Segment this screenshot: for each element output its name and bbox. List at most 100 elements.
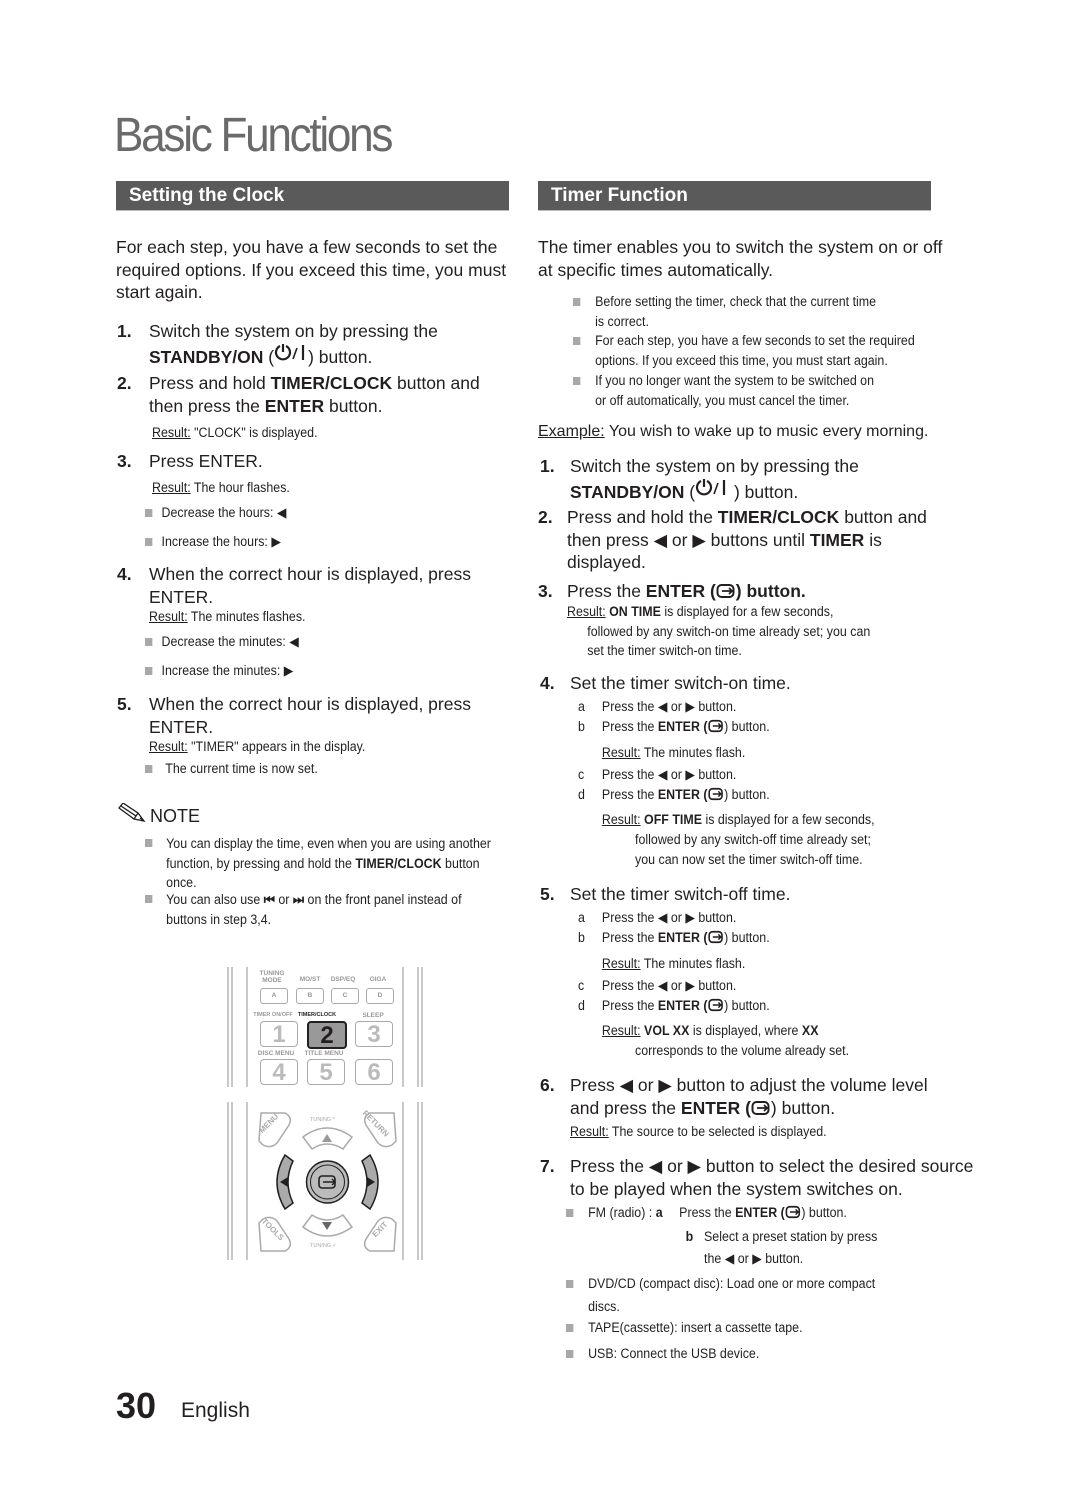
substep-letter: d [578,998,585,1013]
bullet-text: Increase the hours: ▶ [161,534,281,549]
text: ) button. [724,787,770,802]
substep-letter: c [578,767,585,782]
key-label: DSP/EQ [330,976,356,983]
result-text: The minutes flash. [640,956,746,971]
substep-letter: c [578,978,585,993]
bullet-square-icon [145,538,153,547]
step-number: 3. [117,451,132,471]
step-number: 4. [540,673,555,693]
key-label: TUNING MODE [259,970,285,984]
text: ) button. [724,719,770,734]
substep-text: the ◀ or ▶ button. [704,1251,804,1266]
text: ) button. [724,930,770,945]
key-label: MO/ST [299,976,321,983]
text: and press the [570,1097,681,1118]
bullet-square-icon [573,298,581,306]
bullet-square-icon [573,337,581,345]
bullet-square-icon [145,667,153,676]
vol-value-label: XX [801,1023,819,1038]
note-text: You can also use ⏮ or ⏭ on the front pan… [166,890,461,910]
bullet-text: DVD/CD (compact disc): Load one or more … [588,1276,876,1291]
bullet-item: Decrease the minutes: ◀ [145,632,299,652]
example-label: Example: [538,423,605,440]
text: is [864,529,882,550]
result-label: Result: [601,745,641,760]
step-text: Switch the system on by pressing the [570,456,859,476]
note-text: buttons in step 3,4. [166,911,272,927]
step-text: Set the timer switch-off time. [570,884,791,904]
paren: ( [263,346,275,367]
text: button and [839,507,927,527]
text: Press and hold [149,373,271,393]
page-number: 30 [116,1385,157,1426]
result-text: "CLOCK" is displayed. [190,425,318,440]
remote-key-a: A [260,988,288,1004]
timer-step-6-result: Result: The source to be selected is dis… [570,1122,827,1142]
enter-icon [708,719,725,734]
step-text: Set the timer switch-on time. [570,673,791,693]
step-text: Press ENTER. [149,451,263,471]
substep-letter: b [578,719,585,734]
result-text: The minutes flash. [640,745,746,760]
tuning-down-label: TUNING ˅ [310,1243,336,1249]
result-label: Result: [601,956,641,971]
bullet-text: For each step, you have a few seconds to… [595,333,915,348]
remote-key-4: 4 [260,1059,298,1085]
enter-label: ENTER [264,395,325,416]
note-text: You can display the time, even when you … [166,836,491,851]
power-icon [695,478,729,502]
clock-step-3-result: Result: The hour flashes. [152,478,290,498]
step-text-line2: STANDBY/ON () button. [149,343,438,369]
text: button [441,855,480,871]
substep-text: Press the ◀ or ▶ button. [601,978,737,993]
result-text: The hour flashes. [190,480,290,495]
step-number: 2. [538,507,553,527]
enter-label: ENTER ( [657,719,708,734]
bullet-item: Increase the hours: ▶ [145,532,281,552]
result-text: is displayed for a few seconds, [660,604,834,619]
step-text: When the correct hour is displayed, pres… [149,694,471,714]
bullet-text: or off automatically, you must cancel th… [595,392,850,408]
bullet-square-icon [566,1209,574,1217]
remote-key-6: 6 [355,1059,393,1085]
text: Press the [601,719,658,734]
result-text: set the timer switch-on time. [587,643,742,658]
page-language: English [181,1399,250,1422]
enter-icon [716,581,736,601]
text: Press the [679,1205,736,1220]
step-number: 1. [540,456,555,476]
timer-label: TIMER [809,529,865,550]
text: on the front panel instead of [304,892,462,907]
bullet-square-icon [566,1280,574,1288]
text: Press and hold the [567,507,718,527]
step-number: 6. [540,1075,555,1095]
step-text: Press and hold TIMER/CLOCK button and [149,372,480,395]
step-number: 2. [117,373,132,393]
skip-forward-icon: ⏭ [292,892,305,907]
remote-key-d: D [366,988,394,1004]
bullet-square-icon [145,839,153,847]
result-label: Result: [567,604,606,619]
bullet-square-icon [573,377,581,385]
bullet-text: USB: Connect the USB device. [588,1346,760,1361]
key-label: GIGA [369,976,387,983]
key-label: TITLE MENU [304,1050,344,1057]
text: or [274,892,293,907]
text: then press ◀ or ▶ buttons until [567,529,810,550]
bullet-text: TAPE(cassette): insert a cassette tape. [588,1320,803,1335]
bullet-square-icon [145,638,153,647]
step-number: 7. [540,1156,555,1176]
enter-icon [708,930,725,945]
substep-text: Press the ◀ or ▶ button. [601,910,737,925]
on-time-label: ON TIME [605,604,661,619]
bullet-text: Decrease the hours: ◀ [161,505,287,520]
bullet-text: If you no longer want the system to be s… [595,373,874,388]
remote-key-3: 3 [355,1021,393,1047]
key-label: TIMER ON/OFF [253,1012,293,1018]
bullet-text: The current time is now set. [165,761,318,776]
substep-letter: a [578,910,585,925]
enter-icon [708,998,725,1013]
text: function, by pressing and hold the [166,855,356,871]
text: then press the [149,395,265,416]
result-text: followed by any switch-on time already s… [587,623,871,639]
